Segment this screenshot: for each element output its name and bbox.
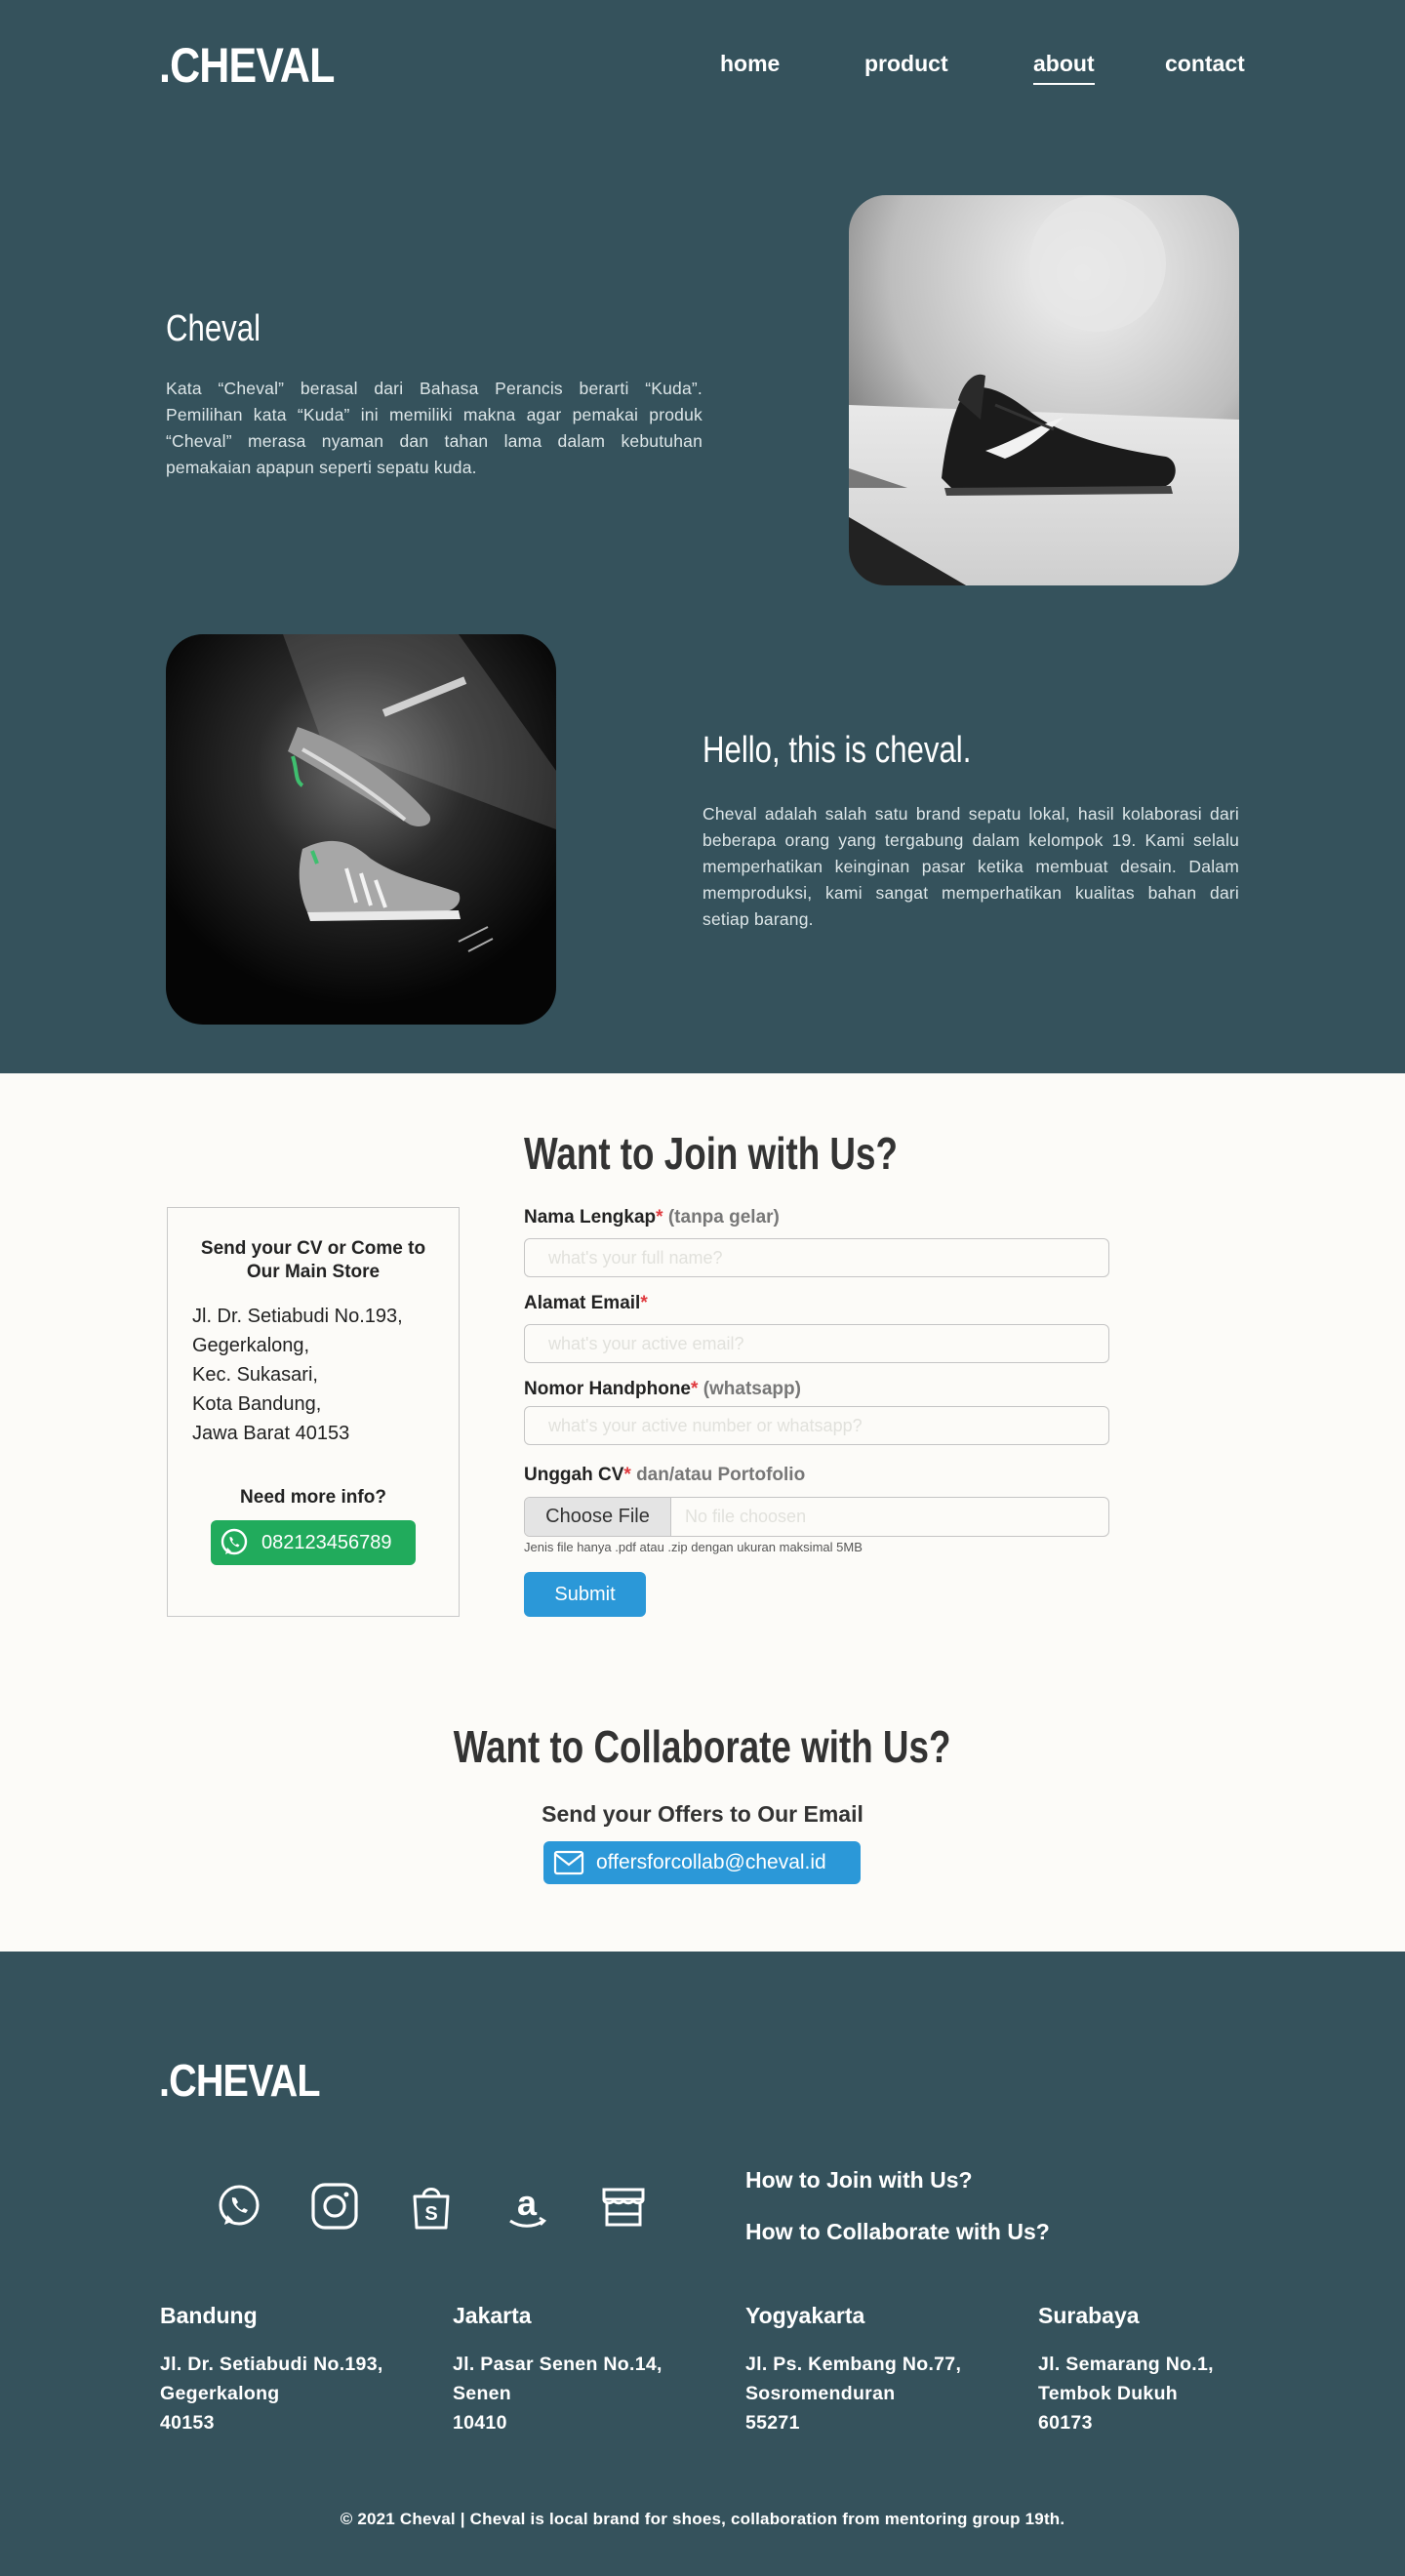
footer-link-collab[interactable]: How to Collaborate with Us? xyxy=(745,2219,1050,2245)
collab-subtitle: Send your Offers to Our Email xyxy=(542,1801,863,1827)
required-mark: * xyxy=(623,1465,631,1485)
email-input[interactable] xyxy=(524,1324,1109,1363)
copyright: © 2021 Cheval | Cheval is local brand fo… xyxy=(340,2510,1065,2528)
name-label-text: Nama Lengkap xyxy=(524,1207,657,1228)
nav-contact[interactable]: contact xyxy=(1165,51,1245,77)
footer-brand-logo[interactable]: .CHEVAL xyxy=(159,2054,321,2107)
full-name-input[interactable] xyxy=(524,1238,1109,1277)
shopee-icon[interactable]: S xyxy=(407,2182,456,2231)
cv-label: Unggah CV* dan/atau Portofolio xyxy=(524,1465,805,1486)
black-sneaker-photo xyxy=(849,195,1239,585)
whatsapp-icon[interactable] xyxy=(215,2182,263,2231)
whatsapp-number: 082123456789 xyxy=(261,1531,392,1553)
footer xyxy=(0,1952,1405,2576)
about-text-hello: Cheval adalah salah satu brand sepatu lo… xyxy=(702,804,1239,929)
svg-text:a: a xyxy=(517,2183,538,2223)
email-label: Alamat Email* xyxy=(524,1293,648,1314)
address-line: Kota Bandung, xyxy=(192,1393,322,1415)
city-address-line: Senen xyxy=(453,2383,512,2404)
city-surabaya: Surabaya xyxy=(1038,2303,1140,2328)
name-label: Nama Lengkap* (tanpa gelar) xyxy=(524,1207,780,1228)
phone-input[interactable] xyxy=(524,1406,1109,1445)
about-title-hello: Hello, this is cheval. xyxy=(702,730,972,771)
svg-text:S: S xyxy=(424,2203,437,2225)
about-title-cheval: Cheval xyxy=(166,308,261,349)
city-jakarta: Jakarta xyxy=(453,2303,532,2328)
store-info-card: Send your CV or Come to Our Main Store J… xyxy=(167,1207,460,1617)
about-text-cheval: Kata “Cheval” berasal dari Bahasa Peranc… xyxy=(166,379,702,477)
city-address-yogyakarta: Jl. Ps. Kembang No.77, Sosromenduran 552… xyxy=(745,2350,961,2437)
brand-logo[interactable]: .CHEVAL xyxy=(159,37,335,94)
no-file-text: No file choosen xyxy=(685,1507,807,1526)
collab-email-button[interactable]: offersforcollab@cheval.id xyxy=(543,1841,861,1884)
email-label-text: Alamat Email xyxy=(524,1293,641,1313)
phone-label: Nomor Handphone* (whatsapp) xyxy=(524,1379,801,1400)
nav-home[interactable]: home xyxy=(720,51,780,77)
submit-button[interactable]: Submit xyxy=(524,1572,646,1617)
address-line: Jl. Dr. Setiabudi No.193, xyxy=(192,1306,403,1327)
nav-product[interactable]: product xyxy=(864,51,948,77)
city-bandung: Bandung xyxy=(160,2303,258,2328)
city-address-line: Gegerkalong xyxy=(160,2383,280,2404)
card-title: Send your CV or Come to Our Main Store xyxy=(200,1238,426,1282)
address-line: Gegerkalong, xyxy=(192,1335,310,1356)
city-address-line: 40153 xyxy=(160,2412,215,2434)
cv-label-text: Unggah CV xyxy=(524,1465,624,1485)
mail-icon xyxy=(553,1850,584,1875)
join-title: Want to Join with Us? xyxy=(524,1128,898,1179)
city-address-line: Jl. Semarang No.1, xyxy=(1038,2354,1214,2375)
city-address-line: Tembok Dukuh xyxy=(1038,2383,1178,2404)
file-note: Jenis file hanya .pdf atau .zip dengan u… xyxy=(524,1540,863,1554)
collab-title: Want to Collaborate with Us? xyxy=(454,1721,951,1772)
city-address-surabaya: Jl. Semarang No.1, Tembok Dukuh 60173 xyxy=(1038,2350,1214,2437)
required-mark: * xyxy=(656,1207,663,1228)
store-icon[interactable] xyxy=(599,2182,648,2231)
city-address-line: 10410 xyxy=(453,2412,507,2434)
city-address-jakarta: Jl. Pasar Senen No.14, Senen 10410 xyxy=(453,2350,662,2437)
footer-link-join[interactable]: How to Join with Us? xyxy=(745,2167,973,2194)
collab-title-wrap: Want to Collaborate with Us? xyxy=(0,1720,1405,1773)
choose-file-button[interactable]: Choose File xyxy=(525,1498,671,1536)
more-info-label: Need more info? xyxy=(240,1487,386,1508)
address-line: Kec. Sukasari, xyxy=(192,1364,318,1386)
city-address-line: Jl. Ps. Kembang No.77, xyxy=(745,2354,962,2375)
floating-sneakers-photo xyxy=(166,634,556,1025)
cv-file-input[interactable]: Choose File No file choosen xyxy=(524,1497,1109,1537)
city-address-line: Jl. Dr. Setiabudi No.193, xyxy=(160,2354,383,2375)
cv-hint: dan/atau Portofolio xyxy=(636,1465,806,1485)
amazon-icon[interactable]: a xyxy=(502,2182,551,2231)
phone-hint: (whatsapp) xyxy=(702,1379,801,1399)
required-mark: * xyxy=(640,1293,648,1313)
nav-about[interactable]: about xyxy=(1033,51,1095,85)
store-address: Jl. Dr. Setiabudi No.193, Gegerkalong, K… xyxy=(192,1302,403,1448)
whatsapp-contact-button[interactable]: 082123456789 xyxy=(211,1520,416,1565)
city-address-bandung: Jl. Dr. Setiabudi No.193, Gegerkalong 40… xyxy=(160,2350,383,2437)
name-hint: (tanpa gelar) xyxy=(667,1207,780,1228)
collab-email: offersforcollab@cheval.id xyxy=(596,1851,826,1873)
phone-label-text: Nomor Handphone xyxy=(524,1379,691,1399)
city-address-line: 60173 xyxy=(1038,2412,1093,2434)
city-address-line: 55271 xyxy=(745,2412,800,2434)
city-address-line: Sosromenduran xyxy=(745,2383,896,2404)
required-mark: * xyxy=(691,1379,699,1399)
address-line: Jawa Barat 40153 xyxy=(192,1423,350,1444)
city-address-line: Jl. Pasar Senen No.14, xyxy=(453,2354,662,2375)
whatsapp-icon xyxy=(221,1528,248,1555)
city-yogyakarta: Yogyakarta xyxy=(745,2303,865,2328)
instagram-icon[interactable] xyxy=(310,2182,359,2231)
